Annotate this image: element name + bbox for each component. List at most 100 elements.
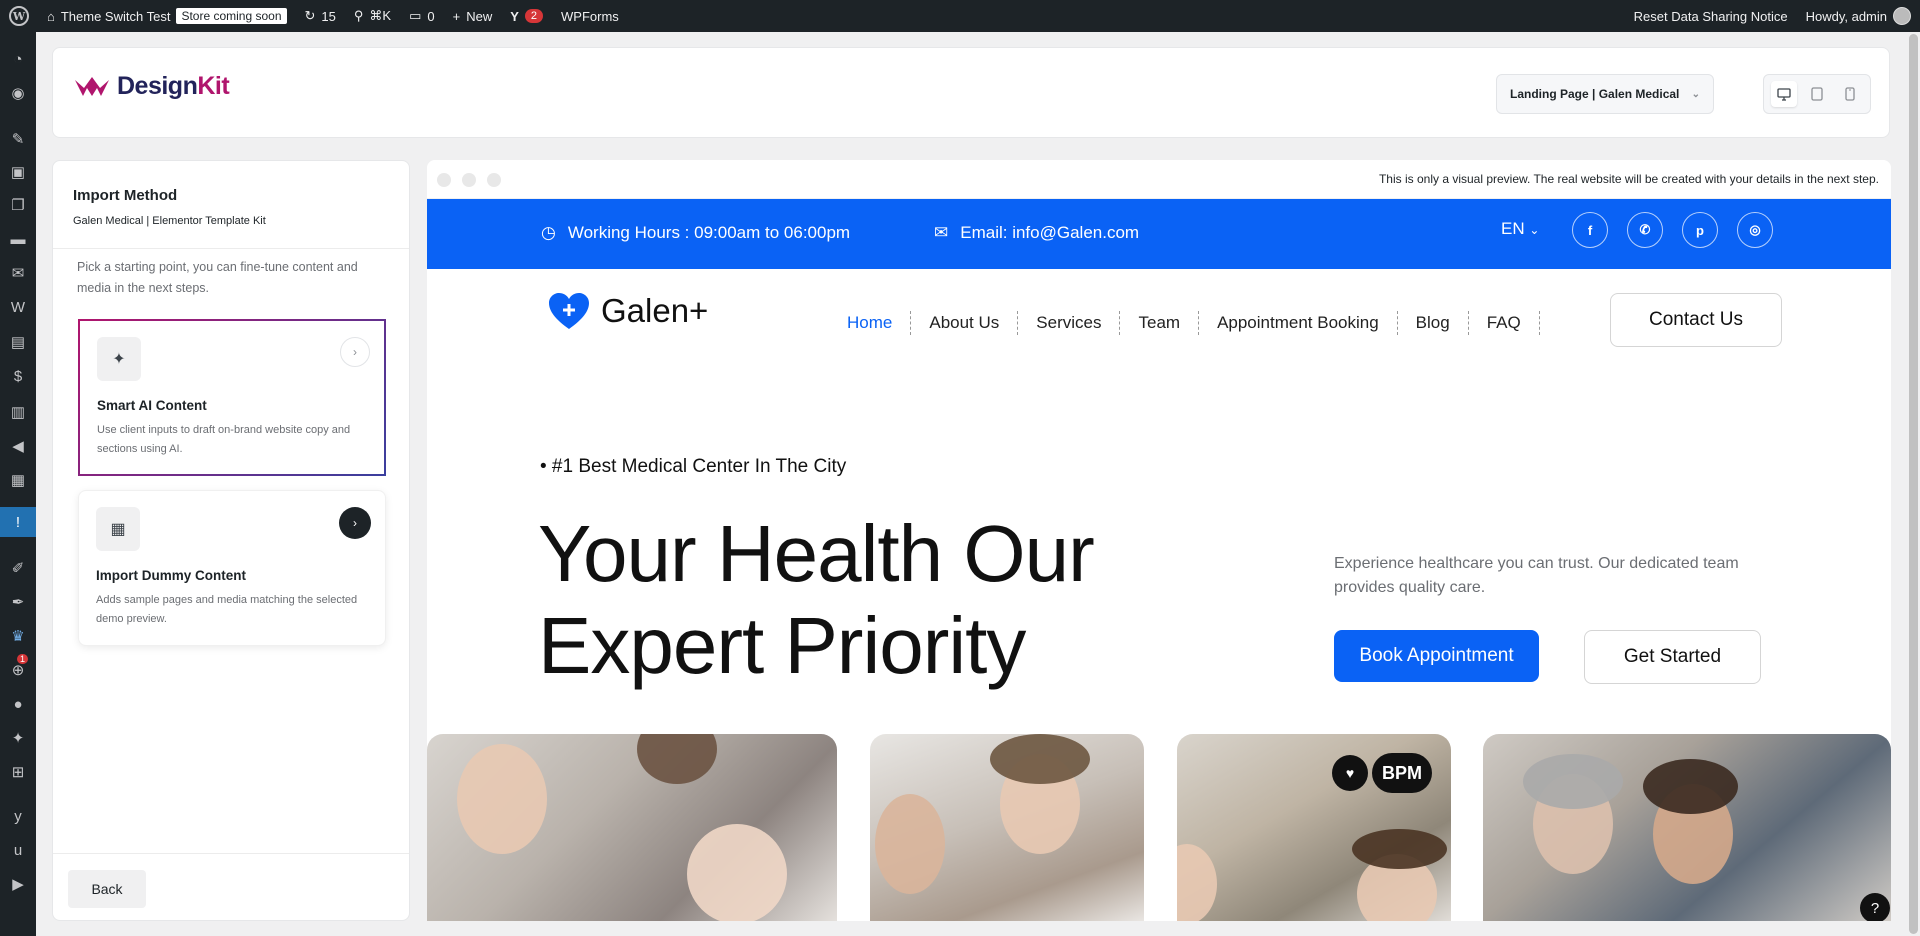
pinterest-icon[interactable]: p (1682, 212, 1718, 248)
preview-notice: This is only a visual preview. The real … (1378, 172, 1879, 186)
tools-icon[interactable]: ✦ (0, 724, 36, 752)
whatsapp-icon[interactable]: ✆ (1627, 212, 1663, 248)
plus-icon: + (452, 8, 461, 24)
posts-icon[interactable]: ✎ (0, 125, 36, 153)
site-name: Theme Switch Test (60, 8, 171, 24)
account-item[interactable]: Howdy, admin (1797, 0, 1920, 32)
comments-icon[interactable]: ▬ (0, 225, 36, 253)
yoast-icon[interactable]: y (0, 802, 36, 830)
bpm-badge: BPM (1372, 753, 1432, 793)
nav-team[interactable]: Team (1120, 311, 1200, 335)
chevron-down-icon: ⌄ (1691, 88, 1700, 100)
home-icon: ⌂ (47, 8, 55, 24)
template-select[interactable]: Landing Page | Galen Medical ⌄ (1496, 74, 1714, 114)
marketing-icon[interactable]: ◀ (0, 432, 36, 460)
ultimate-icon[interactable]: u (0, 836, 36, 864)
elementor-icon[interactable]: ◉ (0, 79, 36, 107)
woocommerce-icon[interactable]: W (0, 293, 36, 321)
chevron-right-icon[interactable]: › (339, 507, 371, 539)
avatar (1893, 7, 1911, 25)
page-scrollbar[interactable] (1907, 32, 1920, 936)
layout-icon: ▦ (96, 507, 140, 551)
book-appointment-button[interactable]: Book Appointment (1334, 630, 1539, 682)
yoast-count: 2 (524, 9, 544, 23)
tablet-view-button[interactable] (1804, 81, 1830, 107)
site-navigation: Galen+ Home About Us Services Team Appoi… (427, 269, 1891, 364)
instagram-icon[interactable]: ◎ (1737, 212, 1773, 248)
new-content-item[interactable]: + New (444, 0, 502, 32)
reset-notice-item[interactable]: Reset Data Sharing Notice (1625, 0, 1797, 32)
back-button[interactable]: Back (68, 870, 146, 908)
command-search-item[interactable]: ⚲ ⌘K (345, 0, 400, 32)
photo-figure (457, 744, 547, 854)
appearance-icon[interactable]: ✐ (0, 554, 36, 582)
photo-figure (687, 824, 787, 921)
analytics-icon[interactable]: ▥ (0, 398, 36, 426)
hero-title-line: Your Health Our (538, 509, 1095, 598)
card-title: Import Dummy Content (96, 568, 246, 583)
wordpress-logo-item[interactable]: W (0, 0, 38, 32)
settings-icon[interactable]: ⊞ (0, 758, 36, 786)
wpforms-item[interactable]: WPForms (552, 0, 628, 32)
divider (53, 853, 409, 854)
pages-icon[interactable]: ❐ (0, 191, 36, 219)
desktop-icon (1777, 87, 1791, 101)
scrollbar-thumb[interactable] (1909, 34, 1918, 934)
site-name-item[interactable]: ⌂ Theme Switch Test Store coming soon (38, 0, 296, 32)
plugins-icon[interactable]: ⊕ 1 (0, 654, 36, 684)
nav-faq[interactable]: FAQ (1469, 311, 1540, 335)
nav-blog[interactable]: Blog (1398, 311, 1469, 335)
video-icon[interactable]: ▶ (0, 870, 36, 898)
dashboard-icon[interactable]: ◔ (0, 45, 36, 73)
email-contact[interactable]: ✉ Email: info@Galen.com (934, 223, 1139, 243)
desktop-view-button[interactable] (1771, 81, 1798, 107)
mobile-icon (1844, 87, 1855, 101)
customizer-icon[interactable]: ✒ (0, 588, 36, 616)
admin-bar: W ⌂ Theme Switch Test Store coming soon … (0, 0, 1920, 32)
nav-about-us[interactable]: About Us (911, 311, 1019, 335)
users-icon[interactable]: ● (0, 690, 36, 718)
contact-us-button[interactable]: Contact Us (1610, 293, 1782, 347)
comments-count: 0 (427, 8, 435, 24)
logo-text-accent: Kit (197, 72, 230, 100)
help-button[interactable]: ? (1860, 893, 1890, 921)
media-icon[interactable]: ▣ (0, 158, 36, 186)
updates-count: 15 (321, 8, 336, 24)
envelope-icon: ✉ (934, 223, 949, 242)
designkit-logo: Design Kit (73, 72, 230, 101)
photo-figure (1643, 759, 1738, 814)
mobile-view-button[interactable] (1837, 81, 1863, 107)
get-started-button[interactable]: Get Started (1584, 630, 1761, 684)
yoast-icon: Y (510, 8, 519, 24)
window-dot (462, 173, 476, 187)
nav-services[interactable]: Services (1018, 311, 1121, 335)
main-menu: Home About Us Services Team Appointment … (829, 311, 1540, 335)
device-switcher (1763, 74, 1871, 114)
yoast-item[interactable]: Y 2 (501, 0, 552, 32)
facebook-icon[interactable]: f (1572, 212, 1608, 248)
import-dummy-content-card[interactable]: ▦ › Import Dummy Content Adds sample pag… (78, 490, 386, 646)
comments-item[interactable]: ▭ 0 (400, 0, 444, 32)
hero-tagline: • #1 Best Medical Center In The City (540, 456, 847, 477)
active-plugin-icon[interactable]: ! (0, 507, 36, 537)
plugins-badge: 1 (17, 654, 29, 664)
nav-appointment-booking[interactable]: Appointment Booking (1199, 311, 1398, 335)
payments-icon[interactable]: $ (0, 362, 36, 390)
nav-home[interactable]: Home (829, 311, 912, 335)
language-switcher[interactable]: EN ⌄ (1501, 219, 1539, 239)
templates-icon[interactable]: ▦ (0, 466, 36, 494)
site-brand[interactable]: Galen+ (547, 291, 708, 331)
email-icon[interactable]: ✉ (0, 259, 36, 287)
designkit-icon[interactable]: ♛ (0, 622, 36, 650)
updates-item[interactable]: ↻ 15 (296, 0, 345, 32)
hero-description: Experience healthcare you can trust. Our… (1334, 555, 1739, 596)
panel-title: Import Method (73, 187, 178, 204)
site-topbar: ◷ Working Hours : 09:00am to 06:00pm ✉ E… (427, 199, 1891, 269)
chevron-down-icon: ⌄ (1529, 223, 1540, 237)
hero-photo-mother-baby (427, 734, 837, 921)
photo-figure (990, 734, 1090, 784)
smart-ai-content-card[interactable]: ✦ › Smart AI Content Use client inputs t… (78, 319, 386, 476)
chevron-right-icon[interactable]: › (340, 337, 370, 367)
designkit-header: Design Kit Landing Page | Galen Medical ⌄ (52, 47, 1890, 138)
products-icon[interactable]: ▤ (0, 328, 36, 356)
